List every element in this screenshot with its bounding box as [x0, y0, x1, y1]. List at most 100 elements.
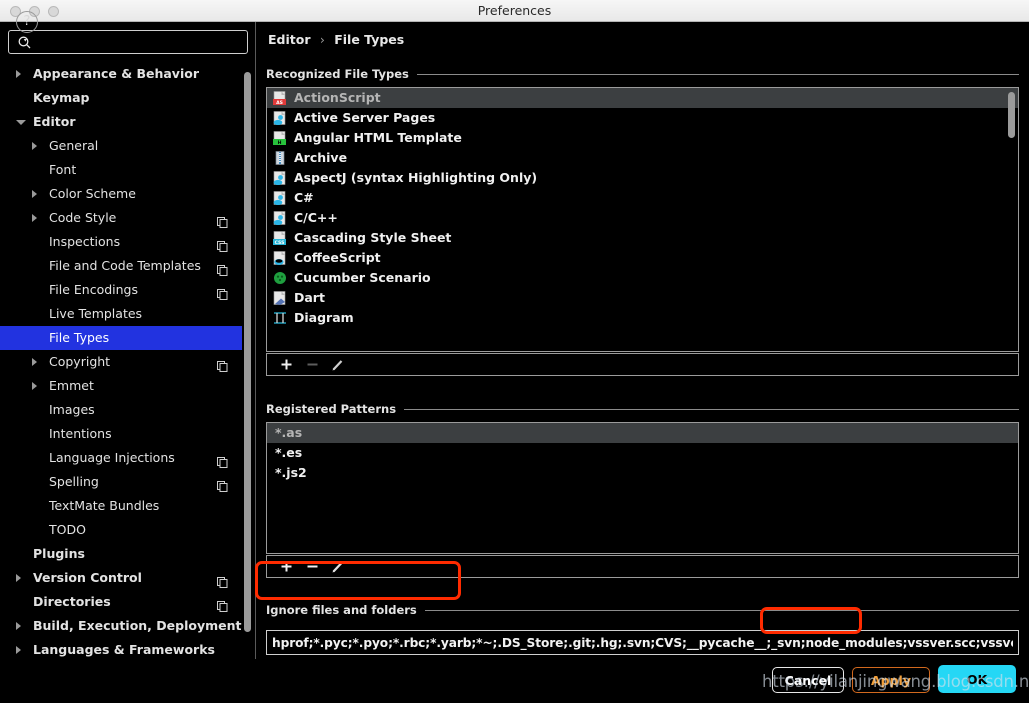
copy-settings-icon[interactable]: [217, 212, 228, 228]
file-type-row[interactable]: AS ActionScript: [267, 88, 1018, 108]
sidebar-item-editor[interactable]: Editor: [0, 110, 250, 134]
chevron-right-icon[interactable]: [32, 142, 37, 150]
sidebar-item-label: Keymap: [33, 90, 90, 105]
sidebar-item-label: Color Scheme: [49, 186, 136, 201]
ok-button[interactable]: OK: [938, 665, 1016, 693]
sidebar-item-label: Editor: [33, 114, 76, 129]
file-type-row[interactable]: Archive: [267, 148, 1018, 168]
sidebar-item-font[interactable]: Font: [0, 158, 250, 182]
search-icon: [17, 35, 33, 51]
chevron-down-icon[interactable]: [16, 120, 26, 125]
copy-settings-icon[interactable]: [217, 356, 228, 372]
header-rule: [416, 73, 1019, 75]
copy-settings-icon[interactable]: [217, 452, 228, 468]
sidebar-item-general[interactable]: General: [0, 134, 250, 158]
sidebar-item-label: TextMate Bundles: [49, 498, 160, 513]
coffeescript-file-icon: [273, 251, 287, 265]
chevron-right-icon[interactable]: [32, 382, 37, 390]
cucumber-file-icon: [273, 271, 287, 285]
file-type-label: AspectJ (syntax Highlighting Only): [294, 170, 538, 185]
file-type-row[interactable]: Cucumber Scenario: [267, 268, 1018, 288]
recognized-file-types-toolbar: [266, 353, 1019, 376]
file-type-row[interactable]: CSS Cascading Style Sheet: [267, 228, 1018, 248]
file-type-label: Archive: [294, 150, 348, 165]
sidebar-item-plugins[interactable]: Plugins: [0, 542, 250, 566]
add-pattern-button[interactable]: [275, 558, 297, 576]
pattern-row[interactable]: *.es: [267, 443, 1018, 463]
sidebar-item-spelling[interactable]: Spelling: [0, 470, 250, 494]
sidebar-item-build-execution-deployment[interactable]: Build, Execution, Deployment: [0, 614, 250, 638]
sidebar-item-label: Emmet: [49, 378, 94, 393]
sidebar-item-keymap[interactable]: Keymap: [0, 86, 250, 110]
dart-file-icon: [273, 291, 287, 305]
sidebar-item-label: Code Style: [49, 210, 117, 225]
window-title: Preferences: [477, 3, 552, 18]
sidebar-item-label: Appearance & Behavior: [33, 66, 199, 81]
add-file-type-button[interactable]: [275, 356, 297, 374]
recognized-file-types-list[interactable]: AS ActionScript Active Server Pages H Angula…: [266, 87, 1019, 352]
copy-settings-icon[interactable]: [217, 596, 228, 612]
svg-text:AS: AS: [276, 100, 283, 105]
copy-settings-icon[interactable]: [217, 476, 228, 492]
file-type-row[interactable]: Dart: [267, 288, 1018, 308]
sidebar-item-live-templates[interactable]: Live Templates: [0, 302, 250, 326]
breadcrumb-parent[interactable]: Editor: [268, 32, 311, 47]
edit-file-type-button[interactable]: [327, 356, 349, 374]
chevron-right-icon[interactable]: [32, 190, 37, 198]
sidebar-item-file-and-code-templates[interactable]: File and Code Templates: [0, 254, 250, 278]
sidebar-item-file-types[interactable]: File Types: [0, 326, 242, 350]
apply-button[interactable]: Apply: [852, 667, 930, 693]
search-input[interactable]: [37, 31, 243, 53]
sidebar-item-language-injections[interactable]: Language Injections: [0, 446, 250, 470]
sidebar-item-label: TODO: [49, 522, 86, 537]
file-type-row[interactable]: C#: [267, 188, 1018, 208]
file-type-row[interactable]: H Angular HTML Template: [267, 128, 1018, 148]
copy-settings-icon[interactable]: [217, 572, 228, 588]
sidebar-item-todo[interactable]: TODO: [0, 518, 250, 542]
sidebar-item-copyright[interactable]: Copyright: [0, 350, 250, 374]
sidebar-item-inspections[interactable]: Inspections: [0, 230, 250, 254]
sidebar-item-label: Languages & Frameworks: [33, 642, 215, 657]
sidebar-item-directories[interactable]: Directories: [0, 590, 250, 614]
sidebar-scrollbar[interactable]: [244, 72, 251, 632]
sidebar-item-label: Copyright: [49, 354, 111, 369]
remove-file-type-button[interactable]: [301, 356, 323, 374]
chevron-right-icon[interactable]: [16, 646, 21, 654]
chevron-right-icon[interactable]: [16, 574, 21, 582]
file-type-row[interactable]: Active Server Pages: [267, 108, 1018, 128]
sidebar-item-images[interactable]: Images: [0, 398, 250, 422]
ignore-files-input[interactable]: [266, 630, 1019, 655]
sidebar-item-textmate-bundles[interactable]: TextMate Bundles: [0, 494, 250, 518]
sidebar-item-intentions[interactable]: Intentions: [0, 422, 250, 446]
sidebar-item-label: Directories: [33, 594, 111, 609]
registered-patterns-list[interactable]: *.as *.es *.js2: [266, 422, 1019, 554]
sidebar-item-label: General: [49, 138, 99, 153]
sidebar-item-code-style[interactable]: Code Style: [0, 206, 250, 230]
chevron-right-icon[interactable]: [16, 622, 21, 630]
cancel-button[interactable]: Cancel: [772, 667, 844, 693]
chevron-right-icon[interactable]: [16, 70, 21, 78]
sidebar-item-emmet[interactable]: Emmet: [0, 374, 250, 398]
pattern-row[interactable]: *.js2: [267, 463, 1018, 483]
file-types-scrollbar[interactable]: [1008, 92, 1015, 138]
file-type-row[interactable]: AspectJ (syntax Highlighting Only): [267, 168, 1018, 188]
sidebar-item-color-scheme[interactable]: Color Scheme: [0, 182, 250, 206]
file-type-row[interactable]: C/C++: [267, 208, 1018, 228]
edit-pattern-button[interactable]: [327, 558, 349, 576]
pattern-row[interactable]: *.as: [267, 423, 1018, 443]
help-button[interactable]: ?: [16, 11, 38, 33]
file-type-label: ActionScript: [294, 90, 381, 105]
copy-settings-icon[interactable]: [217, 260, 228, 276]
sidebar-item-file-encodings[interactable]: File Encodings: [0, 278, 250, 302]
sidebar-item-version-control[interactable]: Version Control: [0, 566, 250, 590]
sidebar-item-appearance-behavior[interactable]: Appearance & Behavior: [0, 62, 250, 86]
copy-settings-icon[interactable]: [217, 284, 228, 300]
archive-file-icon: [273, 151, 287, 165]
remove-pattern-button[interactable]: [301, 558, 323, 576]
chevron-right-icon[interactable]: [32, 358, 37, 366]
copy-settings-icon[interactable]: [217, 236, 228, 252]
chevron-right-icon[interactable]: [32, 214, 37, 222]
file-type-row[interactable]: CoffeeScript: [267, 248, 1018, 268]
search-box[interactable]: [8, 30, 248, 54]
file-type-row[interactable]: Diagram: [267, 308, 1018, 328]
